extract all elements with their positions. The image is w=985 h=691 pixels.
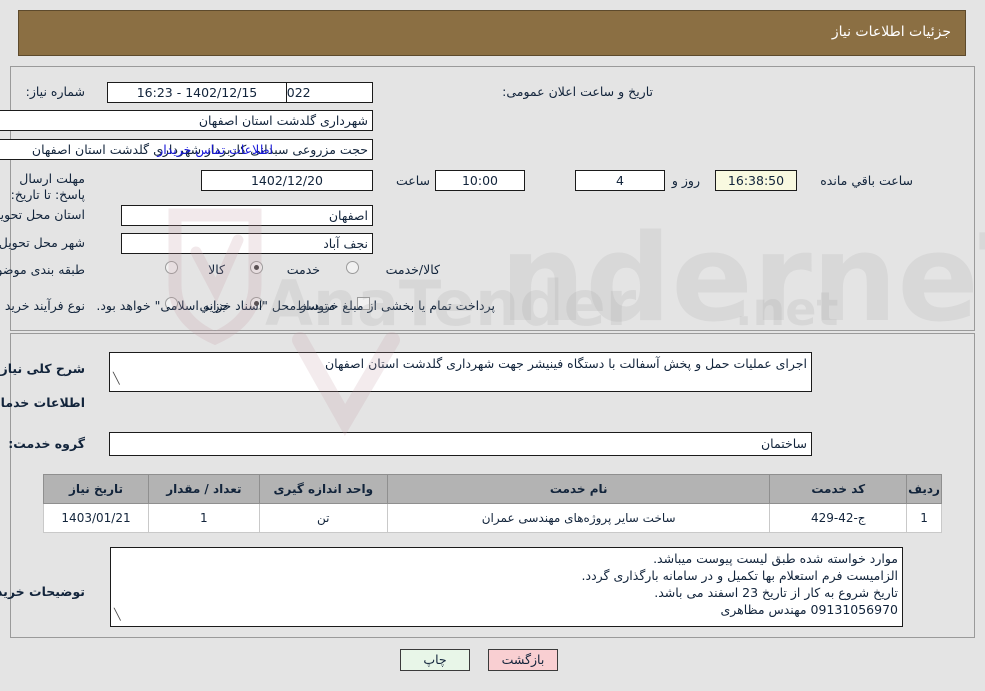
buyer-contact-link[interactable]: اطلاعات تماس خریدار bbox=[157, 142, 273, 157]
radio-label-classification-kala-khedmat: کالا/خدمت bbox=[385, 262, 440, 277]
field-deadline-date[interactable]: 1402/12/20 bbox=[201, 170, 373, 191]
col-need-date: تاریخ نیاز bbox=[42, 474, 150, 504]
label-delivery-province: استان محل تحویل: bbox=[0, 207, 85, 222]
radio-label-classification-khedmat: خدمت bbox=[286, 262, 320, 277]
radio-classification-kala-khedmat[interactable] bbox=[346, 261, 359, 274]
label-classification: طبقه بندی موضوعی: bbox=[0, 262, 85, 277]
label-process-type: نوع فرآیند خرید : bbox=[0, 298, 85, 313]
col-quantity: تعداد / مقدار bbox=[148, 474, 260, 504]
label-response-deadline: مهلت ارسال پاسخ: تا تاریخ: bbox=[10, 171, 85, 202]
radio-classification-kala[interactable] bbox=[165, 261, 178, 274]
page-root: AnaTender .net nderneT جزئیات اطلاعات نی… bbox=[0, 0, 985, 691]
cell-service-code: ج-42-429 bbox=[769, 503, 908, 533]
field-service-group[interactable]: ساختمان bbox=[109, 432, 812, 456]
back-button[interactable]: بازگشت bbox=[488, 649, 558, 671]
label-service-group: گروه خدمت: bbox=[8, 436, 85, 451]
services-table: ردیف کد خدمت نام خدمت واحد اندازه گیری ت… bbox=[42, 474, 942, 533]
col-service-code: کد خدمت bbox=[769, 474, 908, 504]
print-button[interactable]: چاپ bbox=[400, 649, 470, 671]
label-general-description: شرح کلی نیاز: bbox=[0, 361, 85, 376]
textarea-general-description[interactable]: اجرای عملیات حمل و پخش آسفالت با دستگاه … bbox=[109, 352, 812, 392]
col-unit: واحد اندازه گیری bbox=[258, 474, 388, 504]
label-remaining-hours: ساعت باقي مانده bbox=[820, 173, 913, 188]
label-buyer-notes: توضیحات خریدار: bbox=[0, 584, 85, 599]
services-section-title: اطلاعات خدمات مورد نیاز bbox=[0, 395, 85, 410]
radio-classification-khedmat[interactable] bbox=[250, 261, 263, 274]
table-row: 1 ج-42-429 ساخت سایر پروژه‌های مهندسی عم… bbox=[42, 503, 942, 533]
label-hour: ساعت bbox=[395, 173, 430, 188]
cell-index: 1 bbox=[906, 503, 942, 533]
page-title: جزئیات اطلاعات نیاز bbox=[831, 24, 951, 40]
radio-label-classification-kala: کالا bbox=[208, 262, 225, 277]
col-index: ردیف bbox=[906, 474, 942, 504]
label-announce-datetime: تاریخ و ساعت اعلان عمومی: bbox=[502, 84, 653, 99]
cell-quantity: 1 bbox=[148, 503, 260, 533]
label-treasury-note: پرداخت تمام یا بخشی از مبلغ خرید،از محل … bbox=[96, 298, 495, 313]
col-service-name: نام خدمت bbox=[386, 474, 771, 504]
field-days-remaining[interactable]: 4 bbox=[575, 170, 665, 191]
field-deadline-time[interactable]: 10:00 bbox=[435, 170, 525, 191]
table-header-row: ردیف کد خدمت نام خدمت واحد اندازه گیری ت… bbox=[42, 474, 942, 504]
page-header: جزئیات اطلاعات نیاز bbox=[18, 10, 966, 56]
cell-service-name: ساخت سایر پروژه‌های مهندسی عمران bbox=[386, 503, 771, 533]
need-info-panel bbox=[10, 66, 975, 331]
label-days: روز و bbox=[671, 173, 700, 188]
field-time-remaining: 16:38:50 bbox=[715, 170, 797, 191]
textarea-buyer-notes[interactable]: موارد خواسته شده طبق لیست پیوست میباشد. … bbox=[110, 547, 903, 627]
label-delivery-city: شهر محل تحویل: bbox=[0, 235, 85, 250]
field-delivery-province[interactable]: اصفهان bbox=[121, 205, 373, 226]
field-announce-datetime[interactable]: 1402/12/15 - 16:23 bbox=[107, 82, 287, 103]
label-need-number: شماره نیاز: bbox=[25, 84, 85, 99]
cell-unit: تن bbox=[258, 503, 388, 533]
field-delivery-city[interactable]: نجف آباد bbox=[121, 233, 373, 254]
cell-need-date: 1403/01/21 bbox=[42, 503, 150, 533]
field-buyer-org[interactable]: شهرداری گلدشت استان اصفهان bbox=[0, 110, 373, 131]
